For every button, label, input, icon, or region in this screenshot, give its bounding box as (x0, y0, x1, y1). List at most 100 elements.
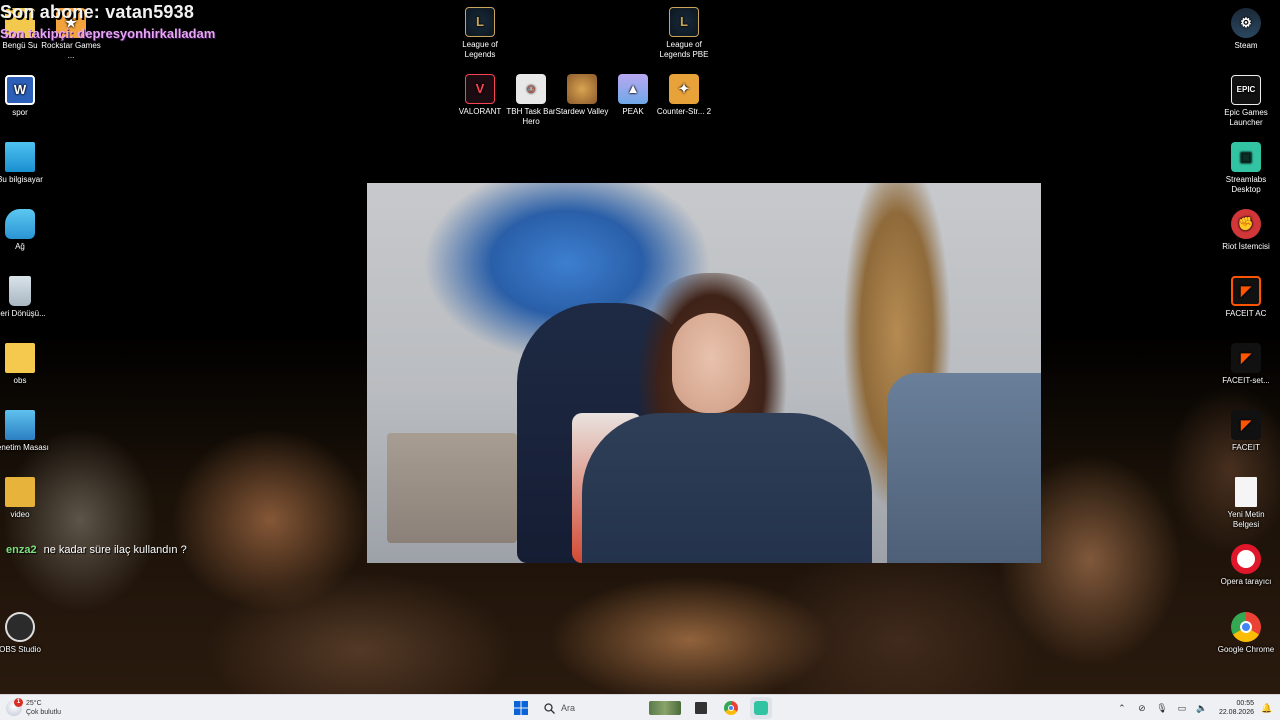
desktop-icon-faceit-setup[interactable]: ◤ FACEIT-set... (1216, 343, 1276, 386)
league-pbe-icon: L (669, 7, 699, 37)
desktop-icon-denetim-masasi[interactable]: Denetim Masası (0, 410, 50, 453)
desktop-icon-label: Epic Games Launcher (1224, 108, 1268, 127)
desktop-icon-label: Yeni Metin Belgesi (1227, 510, 1265, 529)
desktop-icon-bu-bilgisayar[interactable]: Bu bilgisayar (0, 142, 50, 185)
desktop-icon-label: spor (12, 108, 28, 117)
text-document-icon (1235, 477, 1257, 507)
desktop-icon-label: Rockstar Games ... (41, 41, 101, 60)
desktop-icon-league-pbe[interactable]: L League of Legends PBE (654, 7, 714, 60)
desktop-icon-label: FACEIT AC (1225, 309, 1267, 318)
notification-bell-icon[interactable]: 🔔 (1260, 701, 1274, 715)
clock-date: 22.08.2026 (1218, 709, 1254, 716)
recycle-bin-icon (9, 276, 31, 306)
desktop-icon-counter-strike[interactable]: ✦ Counter-Str... 2 (654, 74, 714, 117)
desktop-icon-label: Bu bilgisayar (0, 175, 43, 184)
computer-icon (5, 142, 35, 172)
display-icon[interactable]: ▭ (1175, 701, 1189, 715)
desktop-icon-geri-donusum[interactable]: Geri Dönüşü... (0, 276, 50, 319)
desktop-icon-faceit[interactable]: ◤ FACEIT (1216, 410, 1276, 453)
weather-alert-badge: 1 (14, 698, 23, 707)
windows-logo-icon (514, 701, 528, 715)
desktop-icon-label: obs (13, 376, 27, 385)
desktop-icon-label: Opera tarayıcı (1220, 577, 1272, 586)
search-icon (544, 702, 555, 714)
league-icon: L (465, 7, 495, 37)
desktop-icon-label: Streamlabs Desktop (1225, 175, 1267, 194)
chat-username: enza2 (6, 544, 37, 556)
webcam-overlay (367, 183, 1041, 563)
desktop-icon-yeni-metin[interactable]: Yeni Metin Belgesi (1216, 477, 1276, 530)
weather-description: Çok bulutlu (26, 709, 62, 716)
opera-icon (1231, 544, 1261, 574)
desktop-icon-league[interactable]: L League of Legends (450, 7, 510, 60)
scenery-icon (649, 701, 681, 715)
chrome-icon (1231, 612, 1261, 642)
folder-icon (5, 477, 35, 507)
peak-icon: ▲ (618, 74, 648, 104)
desktop-icon-obs-folder[interactable]: obs (0, 343, 50, 386)
desktop-icon-chrome[interactable]: Google Chrome (1216, 612, 1276, 655)
taskbar-widget-thumbnail[interactable] (648, 697, 682, 719)
weather-temperature: 25°C (26, 700, 42, 707)
desktop-icon-label: video (10, 510, 30, 519)
desktop-icon-riot[interactable]: ✊ Riot İstemcisi (1216, 209, 1276, 252)
start-button[interactable] (510, 697, 532, 719)
obs-icon (5, 612, 35, 642)
network-disconnected-icon[interactable]: ⊘ (1135, 701, 1149, 715)
desktop-icon-label: League of Legends PBE (659, 40, 709, 59)
control-panel-icon (5, 410, 35, 440)
volume-icon[interactable]: 🔈 (1195, 701, 1209, 715)
desktop-icon-epic[interactable]: EPIC Epic Games Launcher (1216, 75, 1276, 128)
taskbar-app-streamlabs[interactable] (750, 697, 772, 719)
network-icon (5, 209, 35, 239)
desktop-icon-label: FACEIT-set... (1222, 376, 1270, 385)
chat-message: enza2 ne kadar süre ilaç kullandın ? (6, 544, 187, 556)
desktop-icon-label: Riot İstemcisi (1222, 242, 1270, 251)
desktop-icon-faceit-ac[interactable]: ◤ FACEIT AC (1216, 276, 1276, 319)
desktop-icon-label: Geri Dönüşü... (0, 309, 46, 318)
microphone-icon[interactable]: 🎙 (1155, 701, 1169, 715)
search-placeholder: Ara (561, 703, 576, 713)
last-subscriber-overlay: Son abone: vatan5938 (0, 2, 195, 22)
faceit-setup-icon: ◤ (1231, 343, 1261, 373)
last-follower-overlay: Son takipçi: depresyonhirkalladam (0, 26, 216, 41)
desktop-icon-video[interactable]: video (0, 477, 50, 520)
taskbar-clock[interactable]: 00:55 22.08.2026 (1219, 699, 1254, 717)
word-document-icon: W (5, 75, 35, 105)
terminal-icon (695, 702, 707, 714)
streamlabs-icon (754, 701, 768, 715)
weather-widget[interactable]: 1 25°C Çok bulutlu (6, 698, 61, 718)
valorant-icon: V (465, 74, 495, 104)
steam-icon: ⚙ (1231, 8, 1261, 38)
desktop-icon-label: Google Chrome (1217, 645, 1275, 654)
webcam-streamer-shirt (582, 413, 872, 563)
taskbar-app-chrome[interactable] (720, 697, 742, 719)
taskbar-app-task-view[interactable] (690, 697, 712, 719)
desktop-icon-label: League of Legends (462, 40, 498, 59)
desktop-icon-label: Counter-Str... 2 (656, 107, 712, 116)
taskbar-search[interactable]: Ara (540, 698, 640, 718)
desktop-icon-obs-studio[interactable]: OBS Studio (0, 612, 50, 655)
folder-icon (5, 343, 35, 373)
taskbar: 1 25°C Çok bulutlu Ara ⌃ ⊘ 🎙 ▭ 🔈 00:55 2… (0, 694, 1280, 720)
faceit-icon: ◤ (1231, 410, 1261, 440)
webcam-streamer-face (672, 313, 750, 413)
stardew-icon (567, 74, 597, 104)
desktop-icon-steam[interactable]: ⚙ Steam (1216, 8, 1276, 51)
riot-client-icon: ✊ (1231, 209, 1261, 239)
desktop-icon-spor[interactable]: W spor (0, 75, 50, 118)
desktop-icon-label: FACEIT (1231, 443, 1260, 452)
desktop-icon-opera[interactable]: Opera tarayıcı (1216, 544, 1276, 587)
cloud-icon: 1 (6, 698, 23, 716)
chat-text: ne kadar süre ilaç kullandın ? (43, 544, 187, 556)
chrome-icon (724, 701, 738, 715)
tbh-icon: ☺ (516, 74, 546, 104)
desktop-icon-streamlabs[interactable]: ▣ Streamlabs Desktop (1216, 142, 1276, 195)
desktop-icon-label: OBS Studio (0, 645, 41, 654)
desktop-icon-ag[interactable]: Ağ (0, 209, 50, 252)
webcam-sofa (887, 373, 1041, 563)
desktop-icon-label: Ağ (15, 242, 25, 251)
chevron-up-icon[interactable]: ⌃ (1115, 701, 1129, 715)
desktop-icon-label: Denetim Masası (0, 443, 49, 452)
counter-strike-icon: ✦ (669, 74, 699, 104)
